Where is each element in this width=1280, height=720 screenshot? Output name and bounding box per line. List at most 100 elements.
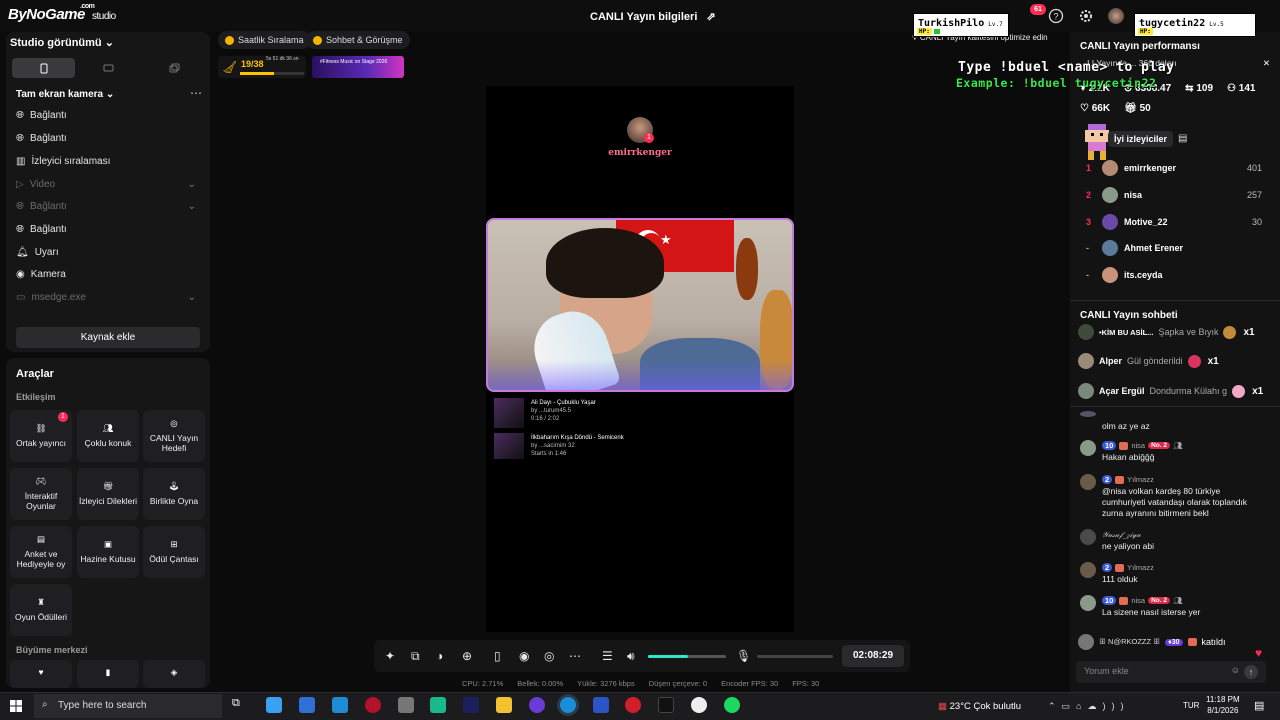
spotify-icon[interactable]	[724, 697, 740, 713]
viewer-name: Motive_22	[1124, 217, 1168, 227]
tool-live-goal[interactable]: ◎ CANLI Yayın Hedefi	[143, 410, 205, 462]
notification-icon[interactable]: ▤	[1254, 699, 1264, 712]
app-icon[interactable]	[691, 697, 707, 713]
clock[interactable]: 11:18 PM 8/1/2026	[1206, 695, 1240, 717]
microphone-icon[interactable]: 🎙︎	[736, 649, 751, 663]
task-view-icon[interactable]: ⧉	[232, 697, 248, 713]
chat-message: 10 nisa No. 2 👥︎ La sizene nasıl isterse yer	[1080, 595, 1266, 621]
app-icon[interactable]	[463, 697, 479, 713]
viewer-row[interactable]: 3 Motive_22 30	[1086, 213, 1262, 231]
viewer-row[interactable]: - Ahmet Erener	[1086, 239, 1262, 257]
chat-call-chip[interactable]: Sohbet & Görüşme	[306, 31, 410, 49]
app-icon[interactable]	[430, 697, 446, 713]
add-source-button[interactable]: Kaynak ekle	[16, 327, 200, 348]
source-item[interactable]: 🌐︎ Bağlantı	[16, 224, 196, 235]
source-item[interactable]: ▭ msedge.exe ⌄	[16, 292, 196, 303]
comment-placeholder: Yorum ekle	[1084, 666, 1129, 676]
gift-user: Açar Ergül	[1099, 386, 1145, 396]
fan-badge-icon	[1115, 475, 1125, 484]
joystick-icon: 🕹︎	[168, 480, 180, 491]
edge-icon[interactable]	[560, 697, 576, 713]
tool-game-rewards[interactable]: ♜ Oyun Ödülleri	[10, 584, 72, 636]
tool-poll[interactable]: ▤ Anket ve Hediyeyle oy	[10, 526, 72, 578]
live-info-button[interactable]: CANLI Yayın bilgileri ⇗	[590, 10, 716, 23]
screen-share-icon[interactable]: ⧉	[411, 649, 425, 663]
file-explorer-icon[interactable]	[496, 697, 512, 713]
gift-text: Şapka ve Bıyık	[1158, 327, 1219, 337]
comment-input[interactable]: Yorum ekle ☺ ↑	[1076, 661, 1266, 683]
tool-play-together[interactable]: 🕹︎ Birlikte Oyna	[143, 468, 205, 520]
viewer-row[interactable]: - its.ceyda	[1086, 266, 1262, 284]
app-icon[interactable]	[529, 697, 545, 713]
scene-dropdown[interactable]: Tam ekran kamera ⌄	[16, 89, 114, 100]
tool-label: Anket ve Hediyeyle oy	[16, 548, 66, 569]
windows-start-icon[interactable]	[10, 700, 22, 712]
phone-icon[interactable]: ▯	[494, 649, 508, 663]
tray-icons[interactable]: ⌃▭⌂☁)))	[1048, 701, 1129, 712]
source-item[interactable]: ▷ Video ⌄	[16, 179, 196, 190]
compass-icon: ◈	[170, 667, 178, 677]
portrait-view-button[interactable]	[12, 58, 76, 78]
source-item[interactable]: 🌐︎ Bağlantı ⌄	[16, 201, 196, 212]
volume-icon[interactable]: 🔊︎	[627, 649, 641, 663]
tool-reward-bag[interactable]: ⊞ Ödül Çantası	[143, 526, 205, 578]
help-icon[interactable]: ?	[1048, 8, 1064, 24]
hourly-ranking-chip[interactable]: Saatlik Sıralama	[218, 31, 311, 49]
viewer-name: Ahmet Erener	[1124, 243, 1184, 253]
viewer-row[interactable]: 1 emirrkenger 401	[1086, 159, 1262, 177]
app-icon[interactable]	[593, 697, 609, 713]
camera-switch-icon[interactable]: ◎	[544, 649, 558, 663]
tool-growth-2[interactable]: ▮	[77, 660, 139, 688]
more-icon[interactable]: ⋯	[569, 649, 583, 663]
tool-growth-3[interactable]: ◈	[143, 660, 205, 688]
add-media-icon[interactable]: ⊕	[462, 649, 476, 663]
source-item[interactable]: 🌐︎ Bağlantı	[16, 133, 196, 144]
mic-slider[interactable]	[757, 655, 833, 658]
close-icon[interactable]: ✕	[1263, 58, 1270, 69]
message-header: 10 nisa No. 2 👥︎	[1102, 441, 1183, 450]
promo-banner[interactable]: #Fitness Music on Stage 2026	[312, 56, 404, 78]
settings-icon[interactable]	[1078, 8, 1094, 24]
weather-widget[interactable]: ▦ 23°C Çok bulutlu	[938, 701, 1021, 712]
stat-upload: Yükle: 3276 kbps	[577, 679, 635, 688]
tool-interactive-games[interactable]: 🎮︎ İnteraktif Oyunlar	[10, 468, 72, 520]
language-indicator[interactable]: TUR	[1183, 701, 1199, 710]
store-icon[interactable]	[299, 697, 315, 713]
source-item[interactable]: ▥ İzleyici sıralaması	[16, 156, 196, 167]
record-icon[interactable]: ◉	[519, 649, 533, 663]
landscape-view-button[interactable]	[77, 58, 140, 78]
copilot-icon[interactable]	[266, 697, 282, 713]
dual-view-button[interactable]	[143, 58, 206, 78]
tool-viewer-wishes[interactable]: 🎁︎ İzleyici Dilekleri	[77, 468, 139, 520]
viewer-rank: 2	[1086, 190, 1092, 200]
message-text: olm az ye az	[1102, 421, 1150, 431]
list-icon[interactable]: ▤	[1178, 133, 1187, 144]
top-icons: ?	[1048, 8, 1124, 24]
emoji-icon[interactable]: ☺	[1231, 665, 1240, 675]
more-icon[interactable]: ⋯	[190, 86, 202, 100]
tool-multi-guest[interactable]: 👥︎ Çoklu konuk	[77, 410, 139, 462]
profile-avatar[interactable]	[1108, 8, 1124, 24]
studio-view-dropdown[interactable]: Studio görünümü ⌄	[10, 36, 114, 49]
send-icon[interactable]: ↑	[1244, 665, 1258, 679]
magic-icon[interactable]: ✦	[385, 649, 399, 663]
violin-image	[736, 238, 758, 300]
effects-icon[interactable]: ◑	[436, 649, 450, 663]
app-icon[interactable]	[365, 697, 381, 713]
top-viewers-tab[interactable]: İyi izleyiciler	[1108, 131, 1174, 147]
gift-user: Alper	[1099, 356, 1123, 366]
tool-treasure-box[interactable]: ▣ Hazine Kutusu	[77, 526, 139, 578]
mail-icon[interactable]	[332, 697, 348, 713]
source-item[interactable]: 🔔︎ Uyarı	[16, 247, 196, 258]
app-icon[interactable]	[398, 697, 414, 713]
source-item[interactable]: 🌐︎ Bağlantı	[16, 110, 196, 121]
opera-icon[interactable]	[625, 697, 641, 713]
hat-gift-icon	[1223, 325, 1237, 339]
viewer-row[interactable]: 2 nisa 257	[1086, 186, 1262, 204]
coin-icon	[313, 35, 322, 45]
tool-growth-1[interactable]: ♥	[10, 660, 72, 688]
source-item[interactable]: ◉ Kamera	[16, 269, 196, 280]
mixer-icon[interactable]: ☰	[602, 649, 616, 663]
tiktok-icon[interactable]	[658, 697, 674, 713]
taskbar-search[interactable]: ⌕ Type here to search	[34, 694, 222, 718]
